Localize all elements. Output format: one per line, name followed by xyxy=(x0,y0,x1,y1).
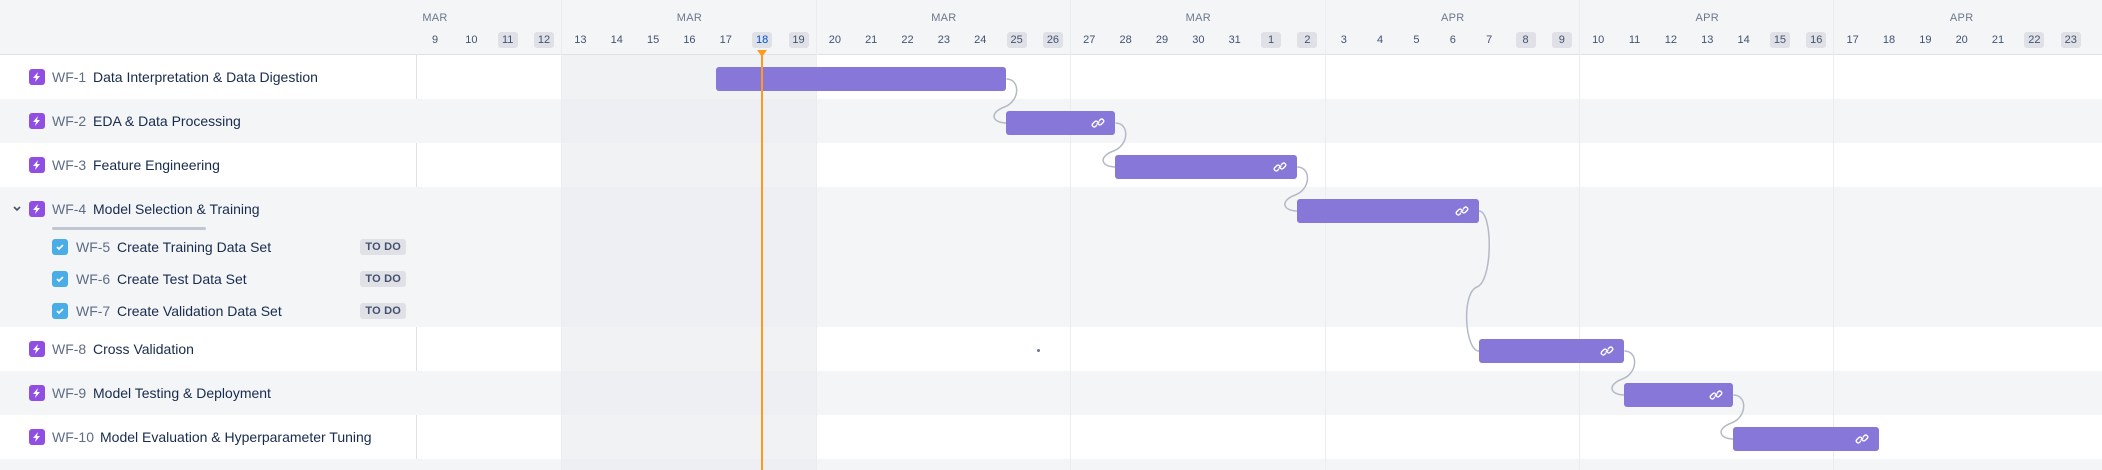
issue-summary[interactable]: Create Training Data Set xyxy=(117,239,271,255)
link-icon[interactable] xyxy=(1709,388,1723,402)
issue-list-header xyxy=(0,0,416,55)
timeline-bar-wf-2[interactable] xyxy=(1006,111,1116,135)
issue-summary[interactable]: Cross Validation xyxy=(93,341,194,357)
epic-lightning-icon xyxy=(29,157,45,173)
issue-key[interactable]: WF-1 xyxy=(52,69,86,85)
epic-lightning-icon xyxy=(29,201,45,217)
issue-key[interactable]: WF-10 xyxy=(52,429,94,445)
issue-summary[interactable]: Create Validation Data Set xyxy=(117,303,282,319)
issue-row-wf-10[interactable]: WF-10 Model Evaluation & Hyperparameter … xyxy=(0,415,416,459)
status-badge: TO DO xyxy=(360,239,406,255)
dependency-lines xyxy=(993,78,1745,440)
epic-lightning-icon xyxy=(29,69,45,85)
chevron-down-icon[interactable] xyxy=(11,203,23,215)
issue-summary[interactable]: Model Testing & Deployment xyxy=(93,385,271,401)
link-icon[interactable] xyxy=(1273,160,1287,174)
timeline-bar-wf-10[interactable] xyxy=(1733,427,1879,451)
dependency-line xyxy=(1465,210,1490,352)
child-progress-bar xyxy=(52,227,206,230)
issue-key[interactable]: WF-9 xyxy=(52,385,86,401)
issue-row-wf-3[interactable]: WF-3 Feature Engineering xyxy=(0,143,416,187)
issue-summary[interactable]: Model Evaluation & Hyperparameter Tuning xyxy=(100,429,372,445)
issue-summary[interactable]: EDA & Data Processing xyxy=(93,113,241,129)
timeline-grid[interactable]: MAR MAR MAR MAR APR APR APR 9 10 11 12 13 14 15 16 17 1… xyxy=(416,0,2102,470)
issue-summary[interactable]: Model Selection & Training xyxy=(93,201,260,217)
timeline-bar-wf-3[interactable] xyxy=(1115,155,1298,179)
today-line xyxy=(761,54,763,470)
issue-list-panel: WF-1 Data Interpretation & Data Digestio… xyxy=(0,0,417,470)
issue-row-wf-1[interactable]: WF-1 Data Interpretation & Data Digestio… xyxy=(0,55,416,99)
epic-lightning-icon xyxy=(29,385,45,401)
issue-row-wf-6[interactable]: WF-6 Create Test Data Set TO DO xyxy=(0,263,416,295)
timeline-dot xyxy=(1037,349,1040,352)
issue-row-wf-2[interactable]: WF-2 EDA & Data Processing xyxy=(0,99,416,143)
task-checkbox-icon xyxy=(52,271,68,287)
task-checkbox-icon xyxy=(52,239,68,255)
timeline-bar-wf-4[interactable] xyxy=(1297,199,1479,223)
issue-summary[interactable]: Feature Engineering xyxy=(93,157,220,173)
issue-row-wf-9[interactable]: WF-9 Model Testing & Deployment xyxy=(0,371,416,415)
task-checkbox-icon xyxy=(52,303,68,319)
issue-row-partial xyxy=(0,459,416,470)
status-badge: TO DO xyxy=(360,271,406,287)
issue-row-wf-8[interactable]: WF-8 Cross Validation xyxy=(0,327,416,371)
epic-lightning-icon xyxy=(29,429,45,445)
issue-row-wf-5[interactable]: WF-5 Create Training Data Set TO DO xyxy=(0,231,416,263)
link-icon[interactable] xyxy=(1455,204,1469,218)
timeline-bar-wf-1[interactable] xyxy=(715,67,1007,91)
issue-summary[interactable]: Data Interpretation & Data Digestion xyxy=(93,69,318,85)
epic-lightning-icon xyxy=(29,113,45,129)
timeline-bar-wf-9[interactable] xyxy=(1624,383,1734,407)
issue-key[interactable]: WF-6 xyxy=(76,271,110,287)
issue-key[interactable]: WF-3 xyxy=(52,157,86,173)
timeline-bar-wf-8[interactable] xyxy=(1478,339,1625,363)
issue-key[interactable]: WF-4 xyxy=(52,201,86,217)
link-icon[interactable] xyxy=(1091,116,1105,130)
roadmap-view: WF-1 Data Interpretation & Data Digestio… xyxy=(0,0,2102,470)
issue-key[interactable]: WF-8 xyxy=(52,341,86,357)
status-badge: TO DO xyxy=(360,303,406,319)
epic-lightning-icon xyxy=(29,341,45,357)
link-icon[interactable] xyxy=(1600,344,1614,358)
issue-row-wf-7[interactable]: WF-7 Create Validation Data Set TO DO xyxy=(0,295,416,327)
issue-key[interactable]: WF-7 xyxy=(76,303,110,319)
issue-key[interactable]: WF-2 xyxy=(52,113,86,129)
link-icon[interactable] xyxy=(1855,432,1869,446)
issue-summary[interactable]: Create Test Data Set xyxy=(117,271,247,287)
issue-key[interactable]: WF-5 xyxy=(76,239,110,255)
issue-row-wf-4[interactable]: WF-4 Model Selection & Training xyxy=(0,187,416,231)
